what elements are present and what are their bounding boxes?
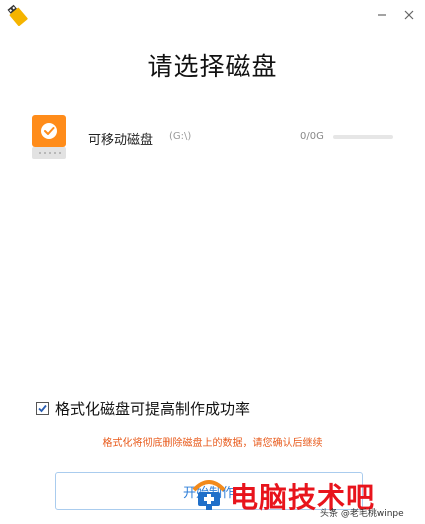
disk-capacity: 0/0G [300, 131, 324, 142]
app-window: 请选择磁盘 可移动磁盘 (G:\) 0/0G 格式化磁盘可提高制作成功率 格式化… [0, 0, 425, 524]
watermark: 电脑技术吧 头条 @老毛桃winpe [190, 474, 425, 524]
close-button[interactable] [400, 6, 418, 24]
watermark-logo-icon [192, 480, 226, 510]
page-title: 请选择磁盘 [147, 52, 278, 81]
removable-disk-icon [30, 113, 76, 163]
format-checkbox[interactable] [36, 402, 49, 415]
disk-name: 可移动磁盘 [88, 133, 154, 148]
usb-drive-icon [6, 4, 28, 27]
format-warning: 格式化将彻底删除磁盘上的数据，请您确认后继续 [102, 438, 323, 449]
close-icon [404, 10, 414, 20]
minimize-icon [378, 14, 386, 16]
disk-item[interactable]: 可移动磁盘 (G:\) 0/0G [30, 113, 400, 167]
minimize-button[interactable] [373, 6, 391, 24]
watermark-attribution: 头条 @老毛桃winpe [320, 509, 404, 519]
disk-usage-bar [333, 135, 393, 139]
format-option[interactable]: 格式化磁盘可提高制作成功率 [36, 398, 250, 419]
disk-drive-letter: (G:\) [169, 131, 192, 142]
checkmark-icon [38, 404, 47, 413]
format-label: 格式化磁盘可提高制作成功率 [55, 400, 251, 418]
